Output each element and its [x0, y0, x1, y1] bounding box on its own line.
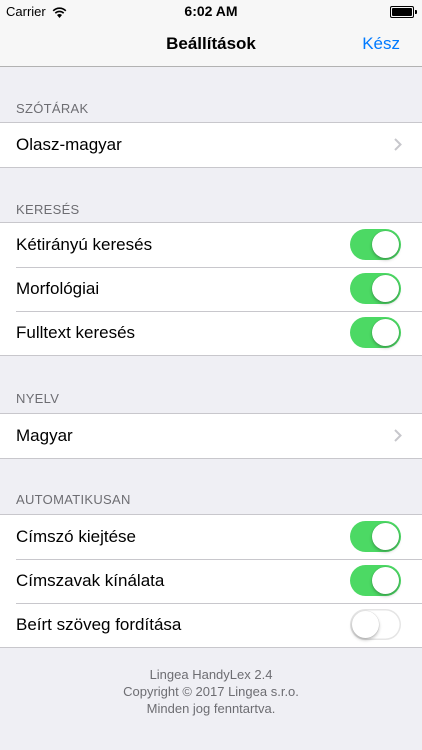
- section-header-dictionaries: SZÓTÁRAK: [16, 101, 89, 116]
- headword-suggestions-toggle[interactable]: [350, 565, 401, 596]
- group-language: Magyar: [0, 413, 422, 459]
- headword-pronunciation-toggle[interactable]: [350, 521, 401, 552]
- done-button[interactable]: Kész: [362, 34, 400, 54]
- fulltext-search-toggle[interactable]: [350, 317, 401, 348]
- toggle-knob: [372, 567, 399, 594]
- group-dictionaries: Olasz-magyar: [0, 122, 422, 168]
- page-title: Beállítások: [166, 34, 256, 53]
- footer: Lingea HandyLex 2.4 Copyright © 2017 Lin…: [0, 666, 422, 717]
- row-label: Beírt szöveg fordítása: [16, 615, 182, 634]
- toggle-knob: [352, 611, 379, 638]
- row-label: Olasz-magyar: [16, 135, 122, 154]
- status-bar: Carrier 6:02 AM: [0, 0, 422, 22]
- section-header-automatic: AUTOMATIKUSAN: [16, 492, 131, 507]
- group-automatic: Címszó kiejtése Címszavak kínálata Beírt…: [0, 514, 422, 648]
- row-label: Kétirányú keresés: [16, 235, 153, 254]
- footer-rights: Minden jog fenntartva.: [146, 701, 276, 716]
- row-label: Morfológiai: [16, 279, 100, 298]
- row-dictionary[interactable]: Olasz-magyar: [0, 123, 422, 167]
- toggle-knob: [372, 231, 399, 258]
- row-headword-pronunciation: Címszó kiejtése: [0, 515, 422, 559]
- section-header-language: NYELV: [16, 391, 60, 406]
- row-morphological: Morfológiai: [0, 267, 422, 311]
- typed-text-translation-toggle[interactable]: [350, 609, 401, 640]
- row-label: Címszavak kínálata: [16, 571, 165, 590]
- bidirectional-search-toggle[interactable]: [350, 229, 401, 260]
- morphological-toggle[interactable]: [350, 273, 401, 304]
- chevron-right-icon: [394, 429, 402, 442]
- toggle-knob: [372, 523, 399, 550]
- row-fulltext-search: Fulltext keresés: [0, 311, 422, 355]
- row-typed-text-translation: Beírt szöveg fordítása: [0, 603, 422, 647]
- row-language[interactable]: Magyar: [0, 414, 422, 458]
- row-label: Fulltext keresés: [16, 323, 136, 342]
- group-search: Kétirányú keresés Morfológiai Fulltext k…: [0, 222, 422, 356]
- footer-app-version: Lingea HandyLex 2.4: [149, 667, 273, 682]
- row-label: Magyar: [16, 426, 73, 445]
- row-headword-suggestions: Címszavak kínálata: [0, 559, 422, 603]
- navigation-bar: Beállítások Kész: [0, 22, 422, 67]
- row-bidirectional-search: Kétirányú keresés: [0, 223, 422, 267]
- toggle-knob: [372, 319, 399, 346]
- footer-copyright: Copyright © 2017 Lingea s.r.o.: [123, 684, 299, 699]
- status-time: 6:02 AM: [184, 3, 238, 19]
- row-label: Címszó kiejtése: [16, 527, 136, 546]
- battery-icon: [390, 6, 417, 18]
- section-header-search: KERESÉS: [16, 202, 80, 217]
- chevron-right-icon: [394, 138, 402, 151]
- toggle-knob: [372, 275, 399, 302]
